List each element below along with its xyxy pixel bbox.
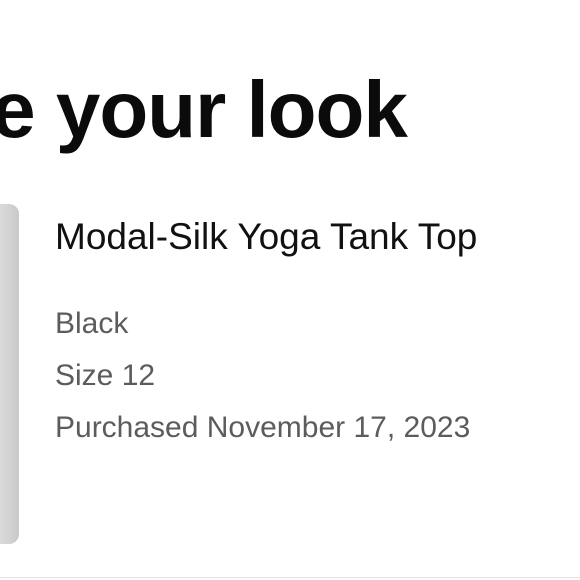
complete-your-look-page: ete your look Modal-Silk Yoga Tank Top B… (0, 0, 580, 580)
purchase-date: Purchased November 17, 2023 (55, 411, 471, 444)
divider (0, 577, 580, 578)
product-image[interactable] (0, 204, 19, 544)
product-size: Size 12 (55, 359, 156, 392)
product-name[interactable]: Modal-Silk Yoga Tank Top (55, 212, 477, 262)
product-color: Black (55, 307, 129, 340)
product-details: Black Size 12 Purchased November 17, 202… (55, 298, 470, 454)
section-heading: ete your look (0, 65, 408, 154)
